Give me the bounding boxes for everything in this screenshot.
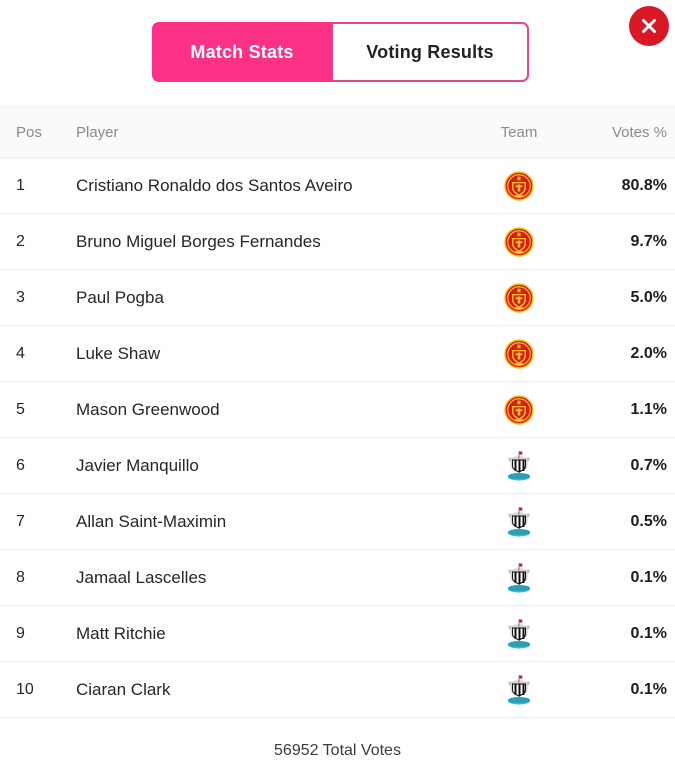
cell-pos: 6 [16, 456, 25, 474]
cell-team [459, 506, 579, 538]
cell-pos: 2 [16, 232, 25, 250]
table-row[interactable]: 6 Javier Manquillo 0.7% [0, 438, 675, 494]
cell-pos: 8 [16, 568, 25, 586]
table-row[interactable]: 9 Matt Ritchie 0.1% [0, 606, 675, 662]
cell-votes: 0.5% [630, 512, 667, 530]
cell-votes: 0.7% [630, 456, 667, 474]
cell-pos: 5 [16, 400, 25, 418]
cell-pos: 3 [16, 288, 25, 306]
cell-pos: 7 [16, 512, 25, 530]
newcastle-united-badge-icon [504, 618, 534, 650]
tab-bar: Match Stats Voting Results [152, 22, 529, 82]
close-button[interactable] [629, 6, 669, 46]
close-circle-icon [638, 15, 660, 37]
table-row[interactable]: 8 Jamaal Lascelles 0.1% [0, 550, 675, 606]
cell-pos: 1 [16, 176, 25, 194]
cell-team [459, 170, 579, 201]
cell-votes: 1.1% [630, 400, 667, 418]
cell-player: Allan Saint-Maximin [76, 511, 227, 531]
tab-match-stats-label: Match Stats [190, 41, 294, 62]
table-row[interactable]: 7 Allan Saint-Maximin 0.5% [0, 494, 675, 550]
column-header-player: Player [76, 123, 119, 141]
column-header-votes: Votes % [611, 123, 667, 141]
cell-pos: 9 [16, 624, 25, 642]
cell-votes: 0.1% [630, 568, 667, 586]
table-row[interactable]: 5 Mason Greenwood 1.1% [0, 382, 675, 438]
cell-player: Bruno Miguel Borges Fernandes [76, 231, 321, 251]
table-row[interactable]: 1 Cristiano Ronaldo dos Santos Aveiro 80.8… [0, 158, 675, 214]
manchester-united-badge-icon [504, 170, 534, 201]
cell-votes: 2.0% [630, 344, 667, 362]
cell-player: Javier Manquillo [76, 455, 199, 475]
tab-voting-results-label: Voting Results [366, 41, 494, 62]
manchester-united-badge-icon [504, 338, 534, 369]
table-row[interactable]: 10 Ciaran Clark 0.1% [0, 662, 675, 718]
cell-team [459, 674, 579, 706]
cell-player: Ciaran Clark [76, 679, 171, 699]
table-header-row: Pos Player Team Votes % [0, 106, 675, 158]
cell-team [459, 618, 579, 650]
cell-votes: 5.0% [630, 288, 667, 306]
newcastle-united-badge-icon [504, 506, 534, 538]
manchester-united-badge-icon [504, 226, 534, 257]
table-body: 1 Cristiano Ronaldo dos Santos Aveiro 80.8… [0, 158, 675, 718]
cell-votes: 80.8% [621, 176, 667, 194]
cell-team [459, 338, 579, 369]
table-row[interactable]: 4 Luke Shaw 2.0% [0, 326, 675, 382]
total-votes-footer: 56952 Total Votes [274, 742, 401, 759]
cell-votes: 9.7% [630, 232, 667, 250]
voting-results-panel: Match Stats Voting Results Pos Player Te… [0, 0, 675, 781]
tab-voting-results[interactable]: Voting Results [331, 22, 529, 82]
newcastle-united-badge-icon [504, 562, 534, 594]
manchester-united-badge-icon [504, 282, 534, 313]
cell-player: Paul Pogba [76, 287, 164, 307]
cell-player: Jamaal Lascelles [76, 567, 207, 587]
cell-team [459, 394, 579, 425]
cell-votes: 0.1% [630, 624, 667, 642]
cell-team [459, 282, 579, 313]
newcastle-united-badge-icon [504, 674, 534, 706]
cell-player: Luke Shaw [76, 343, 161, 363]
tab-match-stats[interactable]: Match Stats [152, 22, 332, 82]
cell-player: Mason Greenwood [76, 399, 220, 419]
voting-results-table: Pos Player Team Votes % 1 Cristiano Ronal… [0, 106, 675, 718]
cell-team [459, 450, 579, 482]
cell-pos: 4 [16, 344, 25, 362]
cell-team [459, 226, 579, 257]
column-header-team: Team [500, 123, 538, 141]
cell-pos: 10 [16, 680, 34, 698]
table-row[interactable]: 3 Paul Pogba 5.0% [0, 270, 675, 326]
column-header-pos: Pos [16, 123, 42, 141]
manchester-united-badge-icon [504, 394, 534, 425]
cell-player: Cristiano Ronaldo dos Santos Aveiro [76, 175, 353, 195]
cell-votes: 0.1% [630, 680, 667, 698]
table-row[interactable]: 2 Bruno Miguel Borges Fernandes 9.7% [0, 214, 675, 270]
cell-team [459, 562, 579, 594]
cell-player: Matt Ritchie [76, 623, 166, 643]
newcastle-united-badge-icon [504, 450, 534, 482]
